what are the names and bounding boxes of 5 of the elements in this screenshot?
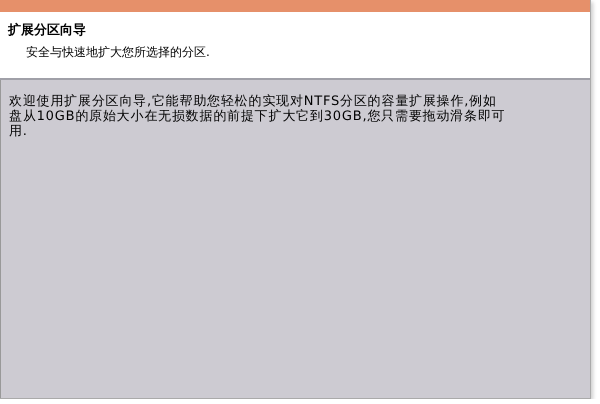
description-line: 盘从10GB的原始大小在无损数据的前提下扩大它到30GB,您只需要拖动滑条即可 — [9, 109, 506, 124]
wizard-subtitle: 安全与快速地扩大您所选择的分区. — [25, 44, 211, 60]
wizard-title: 扩展分区向导 — [8, 22, 87, 40]
description-line: 用. — [9, 124, 28, 139]
description-line: 欢迎使用扩展分区向导,它能帮助您轻松的实现对NTFS分区的容量扩展操作,例如 — [9, 94, 497, 109]
